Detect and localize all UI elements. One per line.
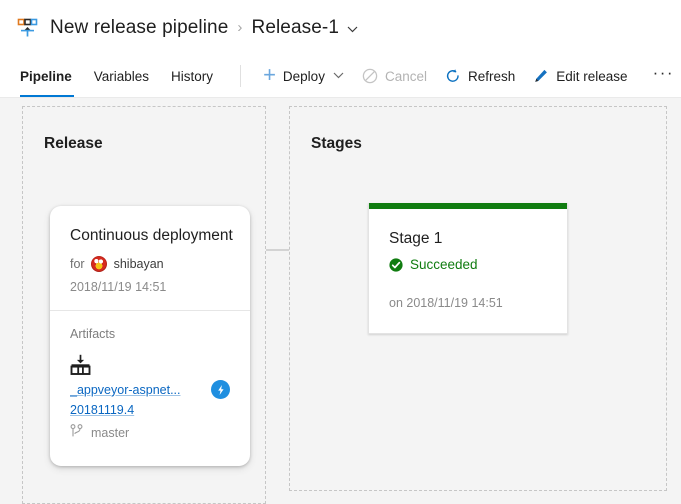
pipeline-canvas: Release Continuous deployment for shibay…: [0, 98, 681, 504]
release-card-date: 2018/11/19 14:51: [70, 280, 167, 295]
refresh-button-label: Refresh: [467, 68, 516, 84]
toolbar-divider: [240, 65, 242, 87]
cancel-icon: [362, 68, 378, 84]
stage-name: Stage 1: [389, 230, 443, 247]
stages-panel: Stages Stage 1 Succeeded on 2018/11/19 1…: [289, 106, 667, 491]
refresh-icon: [445, 68, 461, 84]
release-card[interactable]: Continuous deployment for shibayan 2018/…: [50, 206, 250, 466]
artifacts-label: Artifacts: [70, 327, 116, 342]
edit-release-button[interactable]: Edit release: [524, 55, 636, 97]
release-card-artifacts: Artifacts _appveyor-aspnet... 20181119.4…: [50, 311, 250, 441]
stage-status-label: Succeeded: [410, 257, 478, 272]
stage-card-body: Stage 1 Succeeded on 2018/11/19 14:51: [369, 209, 567, 310]
breadcrumb-pipeline-name[interactable]: New release pipeline: [50, 17, 228, 39]
release-pipeline-icon: [16, 18, 38, 40]
artifact-branch-name: master: [91, 425, 130, 440]
breadcrumb-separator-icon: ›: [237, 19, 243, 36]
artifact-version-link[interactable]: 20181119.4: [70, 403, 230, 417]
branch-icon: [70, 424, 83, 441]
edit-release-button-label: Edit release: [556, 68, 628, 84]
cancel-button: Cancel: [353, 55, 436, 97]
tab-history-label: History: [171, 68, 214, 84]
release-card-header: Continuous deployment for shibayan 2018/…: [50, 206, 250, 294]
artifact-package-icon: [70, 355, 91, 379]
stages-panel-title: Stages: [311, 135, 362, 152]
user-avatar: [90, 256, 107, 273]
release-panel: Release Continuous deployment for shibay…: [22, 106, 266, 504]
refresh-button[interactable]: Refresh: [436, 55, 524, 97]
page-header: New release pipeline › Release-1: [0, 0, 681, 55]
status-badge: Succeeded: [389, 257, 547, 272]
chevron-down-icon[interactable]: [333, 70, 344, 82]
success-check-icon: [389, 257, 403, 272]
release-panel-title: Release: [44, 135, 103, 152]
release-card-username[interactable]: shibayan: [114, 257, 164, 271]
release-card-title: Continuous deployment: [70, 227, 233, 244]
tab-pipeline-label: Pipeline: [20, 68, 72, 84]
tab-variables-label: Variables: [93, 68, 150, 84]
more-actions-label: ···: [652, 63, 675, 82]
stage-card[interactable]: Stage 1 Succeeded on 2018/11/19 14:51: [368, 203, 568, 334]
tab-variables[interactable]: Variables: [83, 55, 160, 97]
artifact-name-row: _appveyor-aspnet...: [70, 380, 230, 400]
cancel-button-label: Cancel: [384, 68, 427, 84]
artifact-name-link[interactable]: _appveyor-aspnet...: [70, 383, 181, 397]
tab-history[interactable]: History: [160, 55, 224, 97]
pencil-icon: [533, 68, 549, 84]
chevron-down-icon[interactable]: [347, 22, 358, 36]
toolbar: Pipeline Variables History + Deploy Canc…: [0, 55, 681, 98]
breadcrumb-release-name[interactable]: Release-1: [252, 17, 340, 39]
release-card-owner: for shibayan: [70, 256, 230, 273]
stage-date: on 2018/11/19 14:51: [389, 296, 503, 310]
breadcrumb: New release pipeline › Release-1: [50, 17, 358, 39]
deploy-button-label: Deploy: [282, 68, 325, 84]
more-actions-button[interactable]: ···: [643, 52, 681, 94]
plus-icon: +: [263, 62, 276, 87]
lightning-bolt-icon[interactable]: [211, 380, 230, 400]
artifact-branch: master: [70, 424, 230, 441]
tab-pipeline[interactable]: Pipeline: [18, 55, 83, 97]
deploy-button[interactable]: + Deploy: [254, 55, 353, 97]
for-label: for: [70, 257, 85, 272]
